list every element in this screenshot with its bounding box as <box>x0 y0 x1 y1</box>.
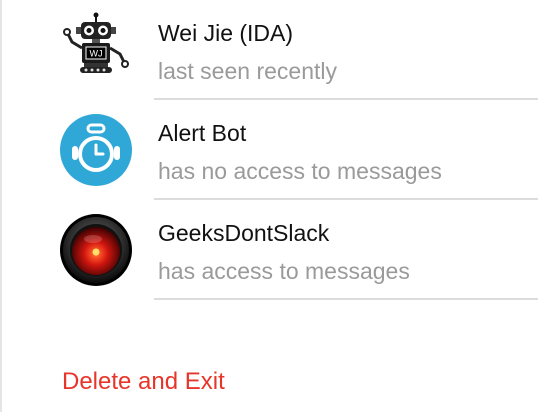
delete-and-exit-button[interactable]: Delete and Exit <box>62 368 225 396</box>
member-row-geeksdontslack[interactable]: GeeksDontSlack has access to messages <box>0 200 538 300</box>
member-status: has no access to messages <box>158 158 442 184</box>
alarm-clock-robot-icon[interactable] <box>60 114 132 186</box>
hal-eye-icon[interactable] <box>60 214 132 286</box>
member-name: Alert Bot <box>158 120 247 146</box>
member-status: has access to messages <box>158 258 410 284</box>
member-name: Wei Jie (IDA) <box>158 20 294 46</box>
member-name: GeeksDontSlack <box>158 220 330 246</box>
member-row-alert-bot[interactable]: Alert Bot has no access to messages <box>0 100 538 200</box>
row-divider <box>154 298 538 300</box>
robot-badge-text: WJ <box>90 49 103 59</box>
member-row-wei-jie[interactable]: WJ Wei Jie (IDA) last seen recently <box>0 0 538 100</box>
member-status: last seen recently <box>158 58 337 84</box>
robot-icon[interactable]: WJ <box>60 12 132 84</box>
